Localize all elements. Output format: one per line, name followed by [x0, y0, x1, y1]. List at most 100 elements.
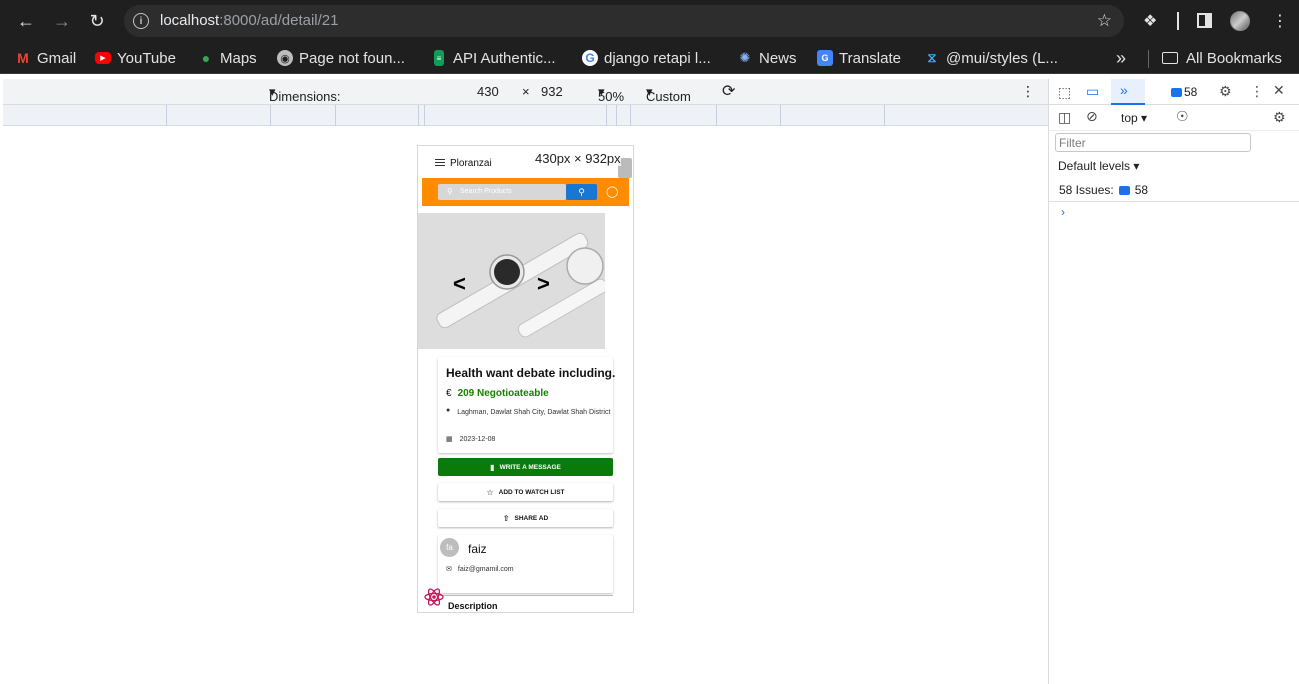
seller-avatar: fa [440, 538, 459, 557]
context-select[interactable]: top ▾ [1121, 111, 1147, 125]
site-info-icon[interactable]: i [133, 13, 149, 29]
reload-icon[interactable]: ↻ [85, 9, 109, 33]
bookmark-gmail[interactable]: M Gmail [15, 49, 76, 67]
carousel-next-icon[interactable]: > [537, 271, 550, 297]
image-carousel[interactable]: < > [418, 213, 605, 349]
bookmark-label: django retapi l... [604, 49, 711, 67]
bookmark-star-icon[interactable]: ☆ [1097, 11, 1112, 31]
log-levels-select[interactable]: Default levels ▾ [1058, 159, 1139, 173]
chat-icon: ▮ [490, 462, 495, 472]
bookmark-label: News [759, 49, 797, 67]
share-icon: ⇧ [502, 513, 510, 523]
bookmark-translate[interactable]: G Translate [817, 49, 901, 67]
description-heading: Description [448, 601, 498, 611]
email-icon: ✉ [446, 566, 452, 573]
settings-gear-icon[interactable]: ⚙ [1219, 83, 1232, 100]
bookmarks-divider [1148, 50, 1149, 68]
watch-product-image [418, 213, 605, 349]
console-filter-input[interactable]: Filter [1055, 133, 1251, 152]
bookmark-page-not-found[interactable]: ◉ Page not foun... [277, 49, 405, 67]
console-prompt-icon[interactable]: › [1061, 205, 1065, 219]
device-more-icon[interactable]: ⋮ [1021, 83, 1035, 100]
share-ad-button[interactable]: ⇧ SHARE AD [438, 509, 613, 527]
bookmark-youtube[interactable]: ▶ YouTube [95, 49, 176, 67]
sheets-icon: ≡ [434, 50, 444, 66]
location-text: Laghman, Dawlat Shah City, Dawlat Shah D… [457, 409, 611, 416]
bookmarks-overflow-icon[interactable]: » [1116, 48, 1126, 68]
euro-icon: € [446, 388, 452, 399]
throttle-select[interactable]: Custom ▾ [646, 84, 691, 104]
bookmark-maps[interactable]: ● Maps [198, 49, 257, 67]
search-button-icon: ⚲ [578, 186, 585, 197]
location-row: ● Laghman, Dawlat Shah City, Dawlat Shah … [446, 407, 616, 419]
tag-icon[interactable]: ◯ [606, 185, 618, 198]
menu-icon[interactable] [435, 159, 445, 166]
search-button[interactable]: ⚲ [566, 184, 597, 200]
inspect-element-icon[interactable]: ⬚ [1058, 84, 1071, 101]
bookmark-api-authentication[interactable]: ≡ API Authentic... [431, 49, 556, 67]
url-text[interactable]: localhost:8000/ad/detail/21 [160, 12, 338, 29]
issues-summary[interactable]: 58 Issues: 58 [1059, 183, 1148, 197]
bookmark-label: Page not foun... [299, 49, 405, 67]
messages-count[interactable]: 58 [1184, 85, 1197, 99]
globe-icon: ◉ [277, 50, 293, 66]
all-bookmarks[interactable]: All Bookmarks [1162, 49, 1282, 67]
youtube-icon: ▶ [95, 52, 111, 64]
product-title: Health want debate including. [446, 366, 616, 380]
share-label: SHARE AD [514, 514, 549, 522]
messages-icon[interactable] [1171, 88, 1182, 97]
price-row: €209 Negotioateable [446, 388, 549, 399]
device-width-input[interactable]: 430 [477, 84, 499, 99]
bookmark-label: @mui/styles (L... [946, 49, 1058, 67]
bookmark-mui-styles[interactable]: ⧖ @mui/styles (L... [924, 49, 1058, 67]
forward-icon[interactable]: → [50, 9, 74, 33]
calendar-icon: ▦ [446, 436, 453, 443]
carousel-prev-icon[interactable]: < [453, 271, 466, 297]
price-value: 209 Negotioateable [457, 388, 549, 399]
add-to-watchlist-button[interactable]: ☆ ADD TO WATCH LIST [438, 483, 613, 501]
side-panel-icon[interactable] [1197, 13, 1212, 28]
brand-name[interactable]: Ploranzai [450, 158, 492, 169]
profile-avatar[interactable] [1230, 11, 1250, 31]
levels-label: Default levels [1058, 159, 1131, 173]
browser-toolbar: ← → ↻ i localhost:8000/ad/detail/21 ☆ ❖ … [0, 0, 1299, 42]
bookmarks-bar: M Gmail ▶ YouTube ● Maps ◉ Page not foun... … [0, 42, 1299, 74]
rotate-icon[interactable]: ⟳ [722, 81, 735, 101]
device-height-input[interactable]: 932 [541, 84, 563, 99]
device-dimensions-select[interactable]: Dimensions: iPhone 14 Pro Max ▾ [269, 84, 341, 134]
write-message-button[interactable]: ▮ WRITE A MESSAGE [438, 458, 613, 476]
seller-email-row: ✉ faiz@gmamil.com [446, 565, 514, 574]
bookmark-label: Maps [220, 49, 257, 67]
console-toolbar: ◫ ⊘ top ▾ ☉ ⚙ [1049, 105, 1299, 131]
devtools-menu-icon[interactable]: ⋮ [1250, 83, 1264, 100]
close-devtools-icon[interactable]: ✕ [1273, 82, 1285, 99]
media-query-ruler[interactable] [3, 105, 1048, 126]
date-row: ▦ 2023-12-08 [446, 435, 495, 444]
back-icon[interactable]: ← [14, 9, 38, 33]
bookmark-news[interactable]: ✺ News [737, 49, 797, 67]
sidebar-toggle-icon[interactable]: ◫ [1058, 109, 1071, 126]
url-host: localhost [160, 12, 220, 29]
search-icon: ⚲ [447, 187, 453, 196]
chrome-menu-icon[interactable]: ⋮ [1272, 11, 1288, 31]
live-expression-eye-icon[interactable]: ☉ [1176, 108, 1189, 125]
address-bar[interactable]: i localhost:8000/ad/detail/21 ☆ [124, 5, 1124, 37]
devtools-panel: ⬚ ▭ » 58 ⚙ ⋮ ✕ ◫ ⊘ top ▾ ☉ ⚙ Filter Defa… [1048, 79, 1299, 684]
zoom-label: 50% [598, 89, 625, 104]
news-icon: ✺ [739, 50, 751, 65]
clear-console-icon[interactable]: ⊘ [1086, 108, 1098, 125]
bookmark-label: Gmail [37, 49, 77, 67]
issues-icon [1118, 185, 1130, 195]
react-devtools-icon[interactable] [424, 587, 444, 607]
device-toggle-icon[interactable]: ▭ [1086, 83, 1099, 100]
mui-icon: ⧖ [927, 50, 937, 65]
bookmark-django[interactable]: Gdjango retapi l... [582, 49, 711, 67]
url-path: :8000/ad/detail/21 [219, 12, 339, 29]
console-settings-icon[interactable]: ⚙ [1273, 109, 1286, 126]
toolbar-divider [1177, 12, 1179, 30]
zoom-select[interactable]: 50% ▾ [598, 84, 624, 104]
more-tabs-tab[interactable]: » [1111, 79, 1145, 105]
extensions-icon[interactable]: ❖ [1143, 11, 1157, 31]
search-input[interactable]: ⚲ Search Products [438, 184, 566, 200]
seller-card [438, 535, 613, 593]
